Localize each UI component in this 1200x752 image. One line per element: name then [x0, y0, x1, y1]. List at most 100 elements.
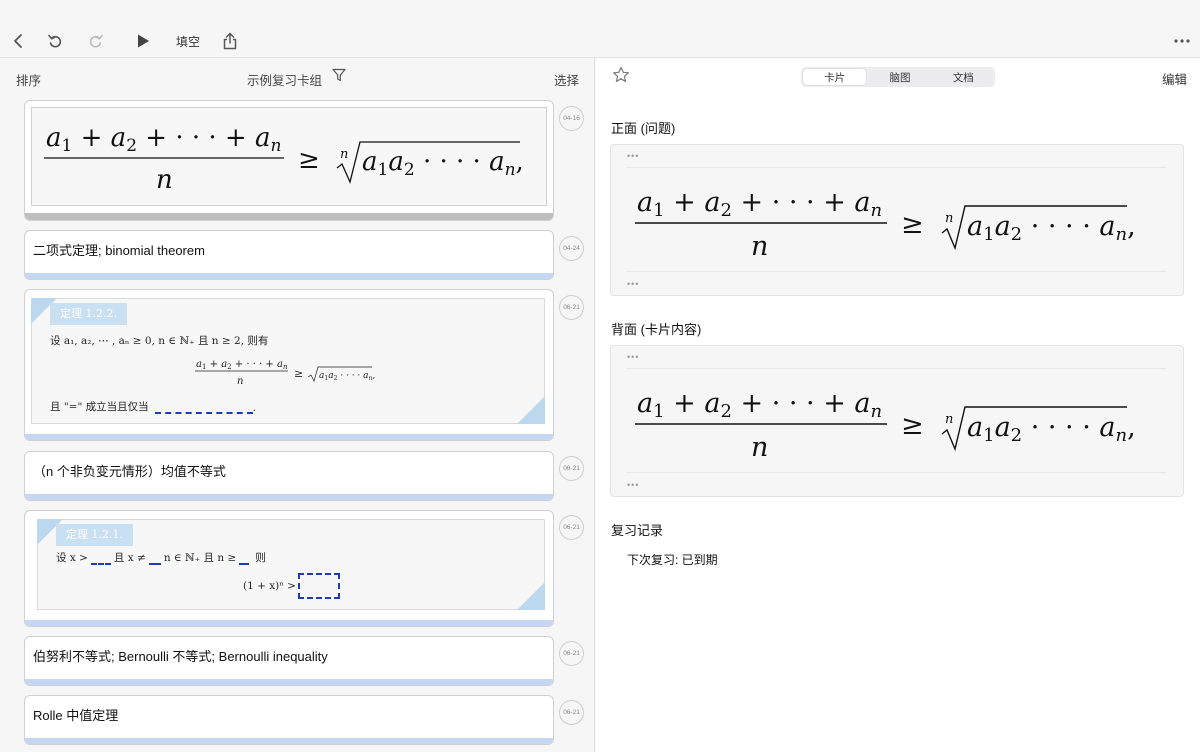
filter-button[interactable]	[332, 68, 346, 85]
next-review-status: 下次复习: 已到期	[627, 553, 718, 567]
card-title: 伯努利不等式; Bernoulli 不等式; Bernoulli inequal…	[33, 649, 328, 664]
card-status-bar	[25, 679, 553, 685]
cloze-blank[interactable]	[90, 553, 111, 565]
card-status-bar	[25, 738, 553, 744]
box-handle-top[interactable]: •••	[627, 151, 639, 161]
undo-button[interactable]	[45, 28, 65, 54]
theorem-line-2: (1 + x)ⁿ >	[243, 580, 296, 592]
select-button[interactable]: 选择	[554, 70, 579, 89]
cloze-box[interactable]	[298, 573, 340, 599]
svg-text:n: n	[340, 147, 348, 162]
theorem-image: 定理 1.2.2. 设 a₁, a₂, ⋯ , aₙ ≥ 0, n ∈ ℕ₊ 且…	[31, 298, 545, 424]
svg-text:a1a2 · · · · an,: a1a2 · · · · an,	[319, 371, 375, 382]
review-record-title: 复习记录	[611, 523, 664, 538]
card-status-bar	[25, 434, 553, 440]
redo-icon	[89, 34, 103, 48]
back-formula: a1 + a2 + · · · + an n ≥ n a1a2 · · · · …	[635, 388, 1136, 463]
theorem-corner-decoration	[517, 396, 545, 424]
favorite-button[interactable]	[612, 66, 630, 89]
svg-text:a1a2 · · · · an,: a1a2 · · · · an,	[967, 412, 1136, 446]
theorem-inequality: a1 + a2 + · · · + an n ≥ a1a2 · · · · an…	[195, 359, 375, 387]
play-icon	[138, 34, 149, 48]
review-date-badge: 04-16	[559, 106, 584, 131]
card-detail-panel: 卡片 脑图 文档 编辑 正面 (问题) ••• a1 + a2 + · · · …	[596, 58, 1200, 752]
more-button[interactable]	[1170, 28, 1194, 54]
deck-title: 示例复习卡组	[247, 74, 323, 88]
undo-icon	[48, 34, 62, 48]
svg-text:n: n	[751, 231, 768, 262]
review-date-badge: 06-21	[559, 515, 584, 540]
fill-blank-button[interactable]: 填空	[172, 28, 204, 54]
cloze-blank[interactable]	[239, 553, 250, 565]
redo-button[interactable]	[86, 28, 106, 54]
svg-text:a1 + a2 + · · · + an: a1 + a2 + · · · + an	[637, 187, 882, 221]
card-item[interactable]: 伯努利不等式; Bernoulli 不等式; Bernoulli inequal…	[24, 636, 554, 686]
front-content-box[interactable]: ••• a1 + a2 + · · · + an n ≥ n a1a2 · · …	[610, 144, 1184, 296]
box-handle-bottom[interactable]: •••	[627, 279, 639, 289]
star-icon	[613, 66, 629, 83]
card-status-bar	[25, 620, 553, 626]
card-item[interactable]: （n 个非负变元情形）均值不等式	[24, 451, 554, 501]
tab-mindmap[interactable]: 脑图	[868, 67, 931, 87]
divider	[627, 167, 1167, 168]
theorem-header: 定理 1.2.1.	[56, 524, 133, 546]
cloze-blank[interactable]	[154, 402, 253, 414]
play-button[interactable]	[133, 28, 153, 54]
card-item[interactable]: 二项式定理; binomial theorem	[24, 230, 554, 280]
card-item[interactable]: a1 + a2 + · · · + an n ≥ n a1a2 · · · · …	[24, 100, 554, 221]
card-item[interactable]: Rolle 中值定理	[24, 695, 554, 745]
svg-text:n: n	[156, 165, 173, 195]
front-formula: a1 + a2 + · · · + an n ≥ n a1a2 · · · · …	[635, 187, 1136, 262]
view-mode-segmented-control: 卡片 脑图 文档	[801, 67, 995, 87]
svg-text:n: n	[751, 432, 768, 463]
card-title: Rolle 中值定理	[33, 708, 119, 723]
back-content-box[interactable]: ••• a1 + a2 + · · · + an n ≥ n a1a2 · · …	[610, 345, 1184, 497]
back-button[interactable]	[8, 28, 28, 54]
divider	[627, 472, 1167, 473]
share-button[interactable]	[220, 28, 240, 54]
amgm-formula: a1 + a2 + · · · + an n ≥ n a1a2 · · · · …	[44, 123, 524, 195]
theorem-corner-decoration	[517, 582, 545, 610]
review-date-badge: 06-21	[559, 700, 584, 725]
sort-button[interactable]: 排序	[16, 70, 41, 89]
box-handle-top[interactable]: •••	[627, 352, 639, 362]
theorem-text-3: n ∈ ℕ₊ 且 n ≥	[163, 552, 237, 564]
theorem-line-1: 设 a₁, a₂, ⋯ , aₙ ≥ 0, n ∈ ℕ₊ 且 n ≥ 2, 则有	[50, 335, 269, 347]
more-icon	[1174, 39, 1190, 43]
card-formula-image: a1 + a2 + · · · + an n ≥ n a1a2 · · · · …	[31, 107, 547, 206]
tab-document[interactable]: 文档	[932, 67, 995, 87]
theorem-text-4: 则	[255, 552, 266, 564]
theorem-line-1: 设 x > 且 x ≠ n ∈ ℕ₊ 且 n ≥ 则	[56, 550, 266, 565]
theorem-header: 定理 1.2.2.	[50, 303, 127, 325]
svg-text:a1a2 · · · · an,: a1a2 · · · · an,	[967, 211, 1136, 245]
box-handle-bottom[interactable]: •••	[627, 480, 639, 490]
share-icon	[223, 32, 237, 50]
card-status-bar	[25, 494, 553, 500]
card-title: （n 个非负变元情形）均值不等式	[33, 464, 226, 479]
theorem-condition-text: 且 "=" 成立当且仅当	[50, 401, 149, 413]
theorem-line-3: 且 "=" 成立当且仅当 .	[50, 399, 256, 414]
theorem-period: .	[252, 402, 256, 414]
svg-text:≥: ≥	[294, 367, 303, 380]
fill-blank-label: 填空	[175, 34, 200, 49]
svg-text:a1a2 · · · · an,: a1a2 · · · · an,	[362, 147, 524, 180]
filter-icon	[332, 68, 346, 82]
svg-text:n: n	[237, 376, 243, 387]
card-list-panel: 排序 示例复习卡组 选择 a1 + a2 + · · · + an n ≥ n …	[0, 58, 595, 752]
card-title: 二项式定理; binomial theorem	[33, 243, 205, 258]
theorem-text-1: 设 x >	[56, 552, 88, 564]
svg-text:a1 + a2 + · · · + an: a1 + a2 + · · · + an	[196, 359, 288, 371]
edit-button[interactable]: 编辑	[1162, 69, 1187, 88]
svg-text:≥: ≥	[298, 145, 320, 175]
tab-card[interactable]: 卡片	[803, 69, 867, 85]
svg-text:≥: ≥	[901, 209, 924, 240]
svg-text:≥: ≥	[901, 410, 924, 441]
top-toolbar: 填空	[0, 0, 1200, 58]
review-date-badge: 06-21	[559, 456, 584, 481]
card-item[interactable]: 定理 1.2.1. 设 x > 且 x ≠ n ∈ ℕ₊ 且 n ≥ 则 (1 …	[24, 510, 554, 627]
back-section-title: 背面 (卡片内容)	[611, 322, 702, 337]
cloze-blank[interactable]	[148, 553, 161, 565]
front-section-title: 正面 (问题)	[611, 121, 676, 136]
card-item[interactable]: 定理 1.2.2. 设 a₁, a₂, ⋯ , aₙ ≥ 0, n ∈ ℕ₊ 且…	[24, 289, 554, 441]
review-date-badge: 06-21	[559, 641, 584, 666]
